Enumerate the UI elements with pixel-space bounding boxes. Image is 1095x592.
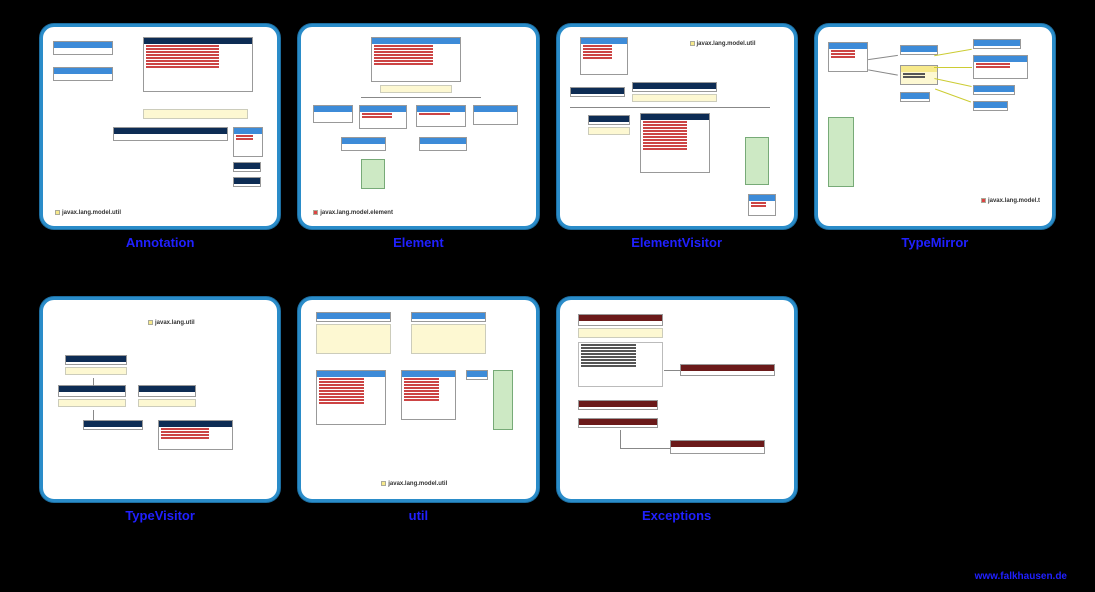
thumbnail-elementvisitor[interactable]: javax.lang.model.util	[557, 24, 797, 229]
static-label: javax.lang.util	[155, 320, 195, 326]
package-label: javax.lang.model.t	[988, 198, 1040, 204]
caption-annotation: Annotation	[126, 235, 195, 250]
caption-typemirror: TypeMirror	[901, 235, 968, 250]
package-label: javax.lang.model.util	[697, 41, 756, 47]
thumbnail-typemirror[interactable]: javax.lang.model.t	[815, 24, 1055, 229]
package-label: javax.lang.model.util	[62, 210, 121, 216]
thumbnail-exceptions[interactable]	[557, 297, 797, 502]
package-label: javax.lang.model.util	[388, 481, 447, 487]
caption-element: Element	[393, 235, 444, 250]
thumbnail-util[interactable]: javax.lang.model.util	[298, 297, 538, 502]
thumbnail-annotation[interactable]: javax.lang.model.util	[40, 24, 280, 229]
caption-elementvisitor: ElementVisitor	[631, 235, 722, 250]
caption-exceptions: Exceptions	[642, 508, 711, 523]
caption-typevisitor: TypeVisitor	[125, 508, 195, 523]
thumbnail-typevisitor[interactable]: javax.lang.util	[40, 297, 280, 502]
footer-link[interactable]: www.falkhausen.de	[975, 571, 1067, 582]
thumbnail-element[interactable]: javax.lang.model.element	[298, 24, 538, 229]
package-label: javax.lang.model.element	[320, 210, 393, 216]
caption-util: util	[409, 508, 429, 523]
